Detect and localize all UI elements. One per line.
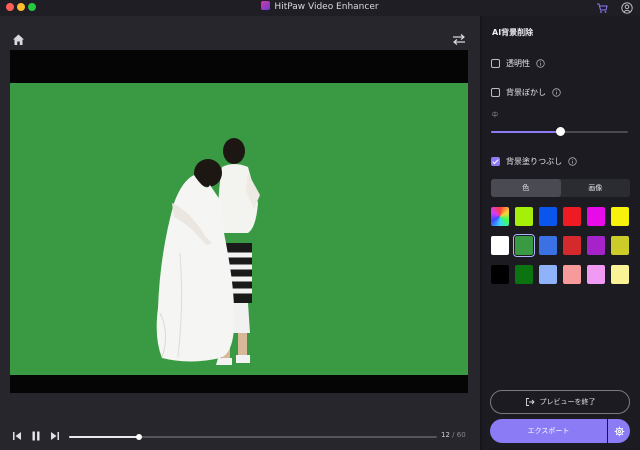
fill-background-checkbox[interactable] <box>491 156 500 166</box>
preview-pane: 12 / 60 <box>0 16 480 450</box>
color-swatch[interactable] <box>491 236 509 255</box>
color-swatch[interactable] <box>563 265 581 284</box>
color-swatch[interactable] <box>587 207 605 226</box>
green-background-fill <box>10 83 468 375</box>
color-swatch[interactable] <box>539 265 557 284</box>
timeline-progress-bar[interactable] <box>69 434 437 440</box>
blur-level-label: 中 <box>492 112 499 119</box>
color-swatch[interactable] <box>515 207 533 226</box>
panel-title: AI背景削除 <box>492 28 534 37</box>
fill-background-option[interactable]: 背景塗りつぶし <box>491 155 577 167</box>
exit-preview-label: プレビューを終了 <box>539 398 596 406</box>
color-swatch[interactable] <box>563 207 581 226</box>
current-frame: 12 <box>441 431 450 439</box>
user-account-icon[interactable] <box>621 2 633 14</box>
app-logo-icon <box>261 1 271 10</box>
blur-level-slider[interactable] <box>491 127 628 136</box>
exit-icon <box>525 398 535 406</box>
compare-swap-icon[interactable] <box>452 33 466 46</box>
color-swatch[interactable] <box>611 265 629 284</box>
timeline-progress-fill <box>69 436 139 438</box>
color-swatch[interactable] <box>539 207 557 226</box>
tab-image[interactable]: 画像 <box>561 179 631 197</box>
color-swatch[interactable] <box>611 207 629 226</box>
tab-color[interactable]: 色 <box>491 179 561 197</box>
total-frames: / 60 <box>452 431 466 439</box>
blur-option[interactable]: 背景ぼかし <box>491 86 561 98</box>
info-icon[interactable] <box>568 156 577 166</box>
export-settings-button[interactable] <box>608 419 630 443</box>
timeline-playhead-handle[interactable] <box>135 434 142 440</box>
home-icon[interactable] <box>12 33 25 46</box>
transparency-label: 透明性 <box>506 58 530 68</box>
next-frame-icon[interactable] <box>49 430 61 442</box>
blur-checkbox[interactable] <box>491 87 500 97</box>
blur-slider-fill <box>491 131 561 133</box>
transparency-checkbox[interactable] <box>491 58 500 68</box>
app-title: HitPaw Video Enhancer <box>0 1 640 12</box>
gear-icon <box>614 426 624 436</box>
color-swatch[interactable] <box>611 236 629 255</box>
video-subjects-image <box>156 138 260 365</box>
blur-label: 背景ぼかし <box>506 87 546 97</box>
color-swatch[interactable] <box>563 236 581 255</box>
title-bar: HitPaw Video Enhancer <box>0 0 640 16</box>
frame-counter: 12 / 60 <box>441 431 466 439</box>
color-swatch[interactable] <box>587 236 605 255</box>
app-title-text: HitPaw Video Enhancer <box>274 2 379 12</box>
transparency-option[interactable]: 透明性 <box>491 57 545 69</box>
info-icon[interactable] <box>552 87 561 97</box>
video-preview <box>10 50 468 393</box>
export-button[interactable]: エクスポート <box>490 419 607 443</box>
info-icon[interactable] <box>536 58 545 68</box>
previous-frame-icon[interactable] <box>11 430 23 442</box>
fill-type-tabs: 色 画像 <box>491 179 630 197</box>
settings-panel: AI背景削除 透明性 背景ぼかし 中 背景塗りつぶし 色 画像 プレビューを終了… <box>482 16 640 450</box>
color-swatch[interactable] <box>539 236 557 255</box>
color-swatch[interactable] <box>491 265 509 284</box>
color-swatch[interactable] <box>513 234 535 257</box>
color-swatch[interactable] <box>587 265 605 284</box>
cart-icon[interactable] <box>596 2 608 14</box>
playback-controls: 12 / 60 <box>0 424 480 450</box>
custom-color-picker-swatch[interactable] <box>491 207 509 226</box>
color-swatch[interactable] <box>515 265 533 284</box>
exit-preview-button[interactable]: プレビューを終了 <box>490 390 630 414</box>
fill-background-label: 背景塗りつぶし <box>506 156 563 166</box>
pause-icon[interactable] <box>30 430 42 442</box>
blur-slider-handle[interactable] <box>556 127 566 136</box>
color-swatch-grid <box>491 207 631 284</box>
